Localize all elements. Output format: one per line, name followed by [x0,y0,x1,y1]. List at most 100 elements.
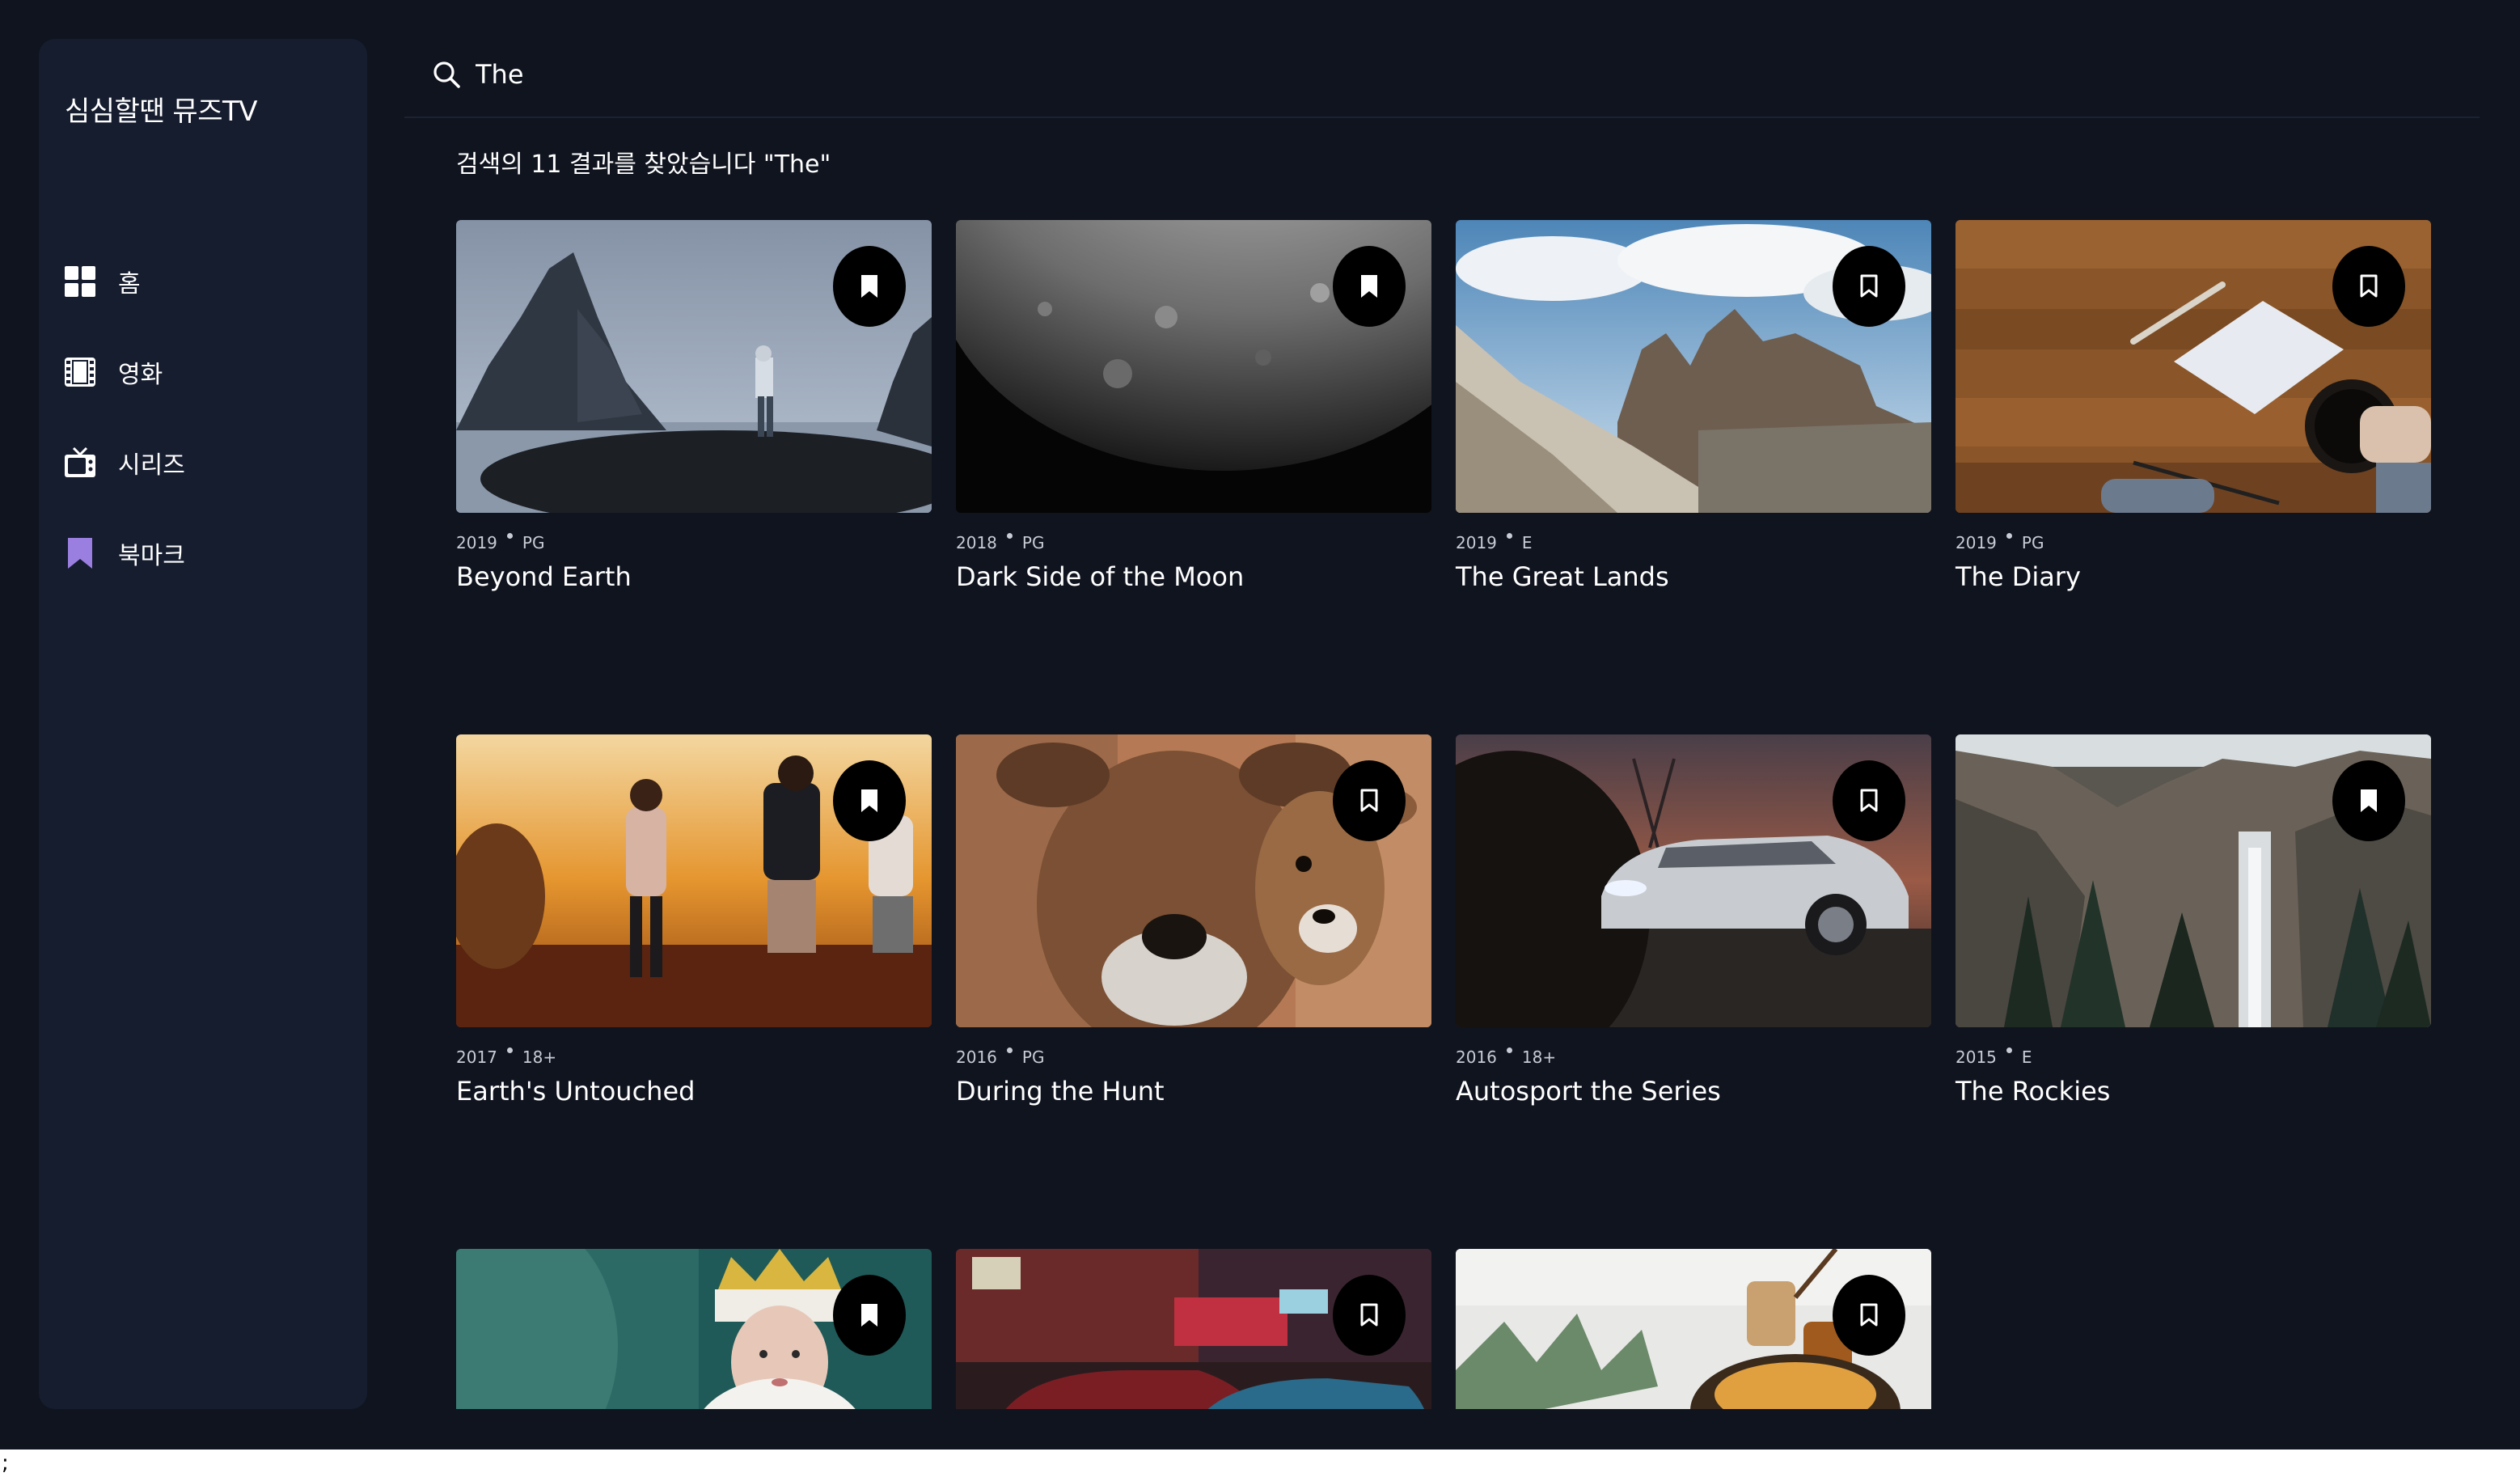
search-results-summary: 검색의 11 결과를 찾았습니다 "The" [456,150,831,179]
bookmark-button[interactable] [833,246,906,327]
movie-rating: PG [1021,1047,1045,1067]
bookmark-filled-icon [2361,789,2377,812]
movie-thumbnail[interactable] [1456,1249,1931,1409]
movie-card[interactable]: 2015 E The Rockies [1956,734,2431,1107]
movie-title[interactable]: Autosport the Series [1456,1076,1931,1107]
movie-year: 2019 [456,533,497,552]
sidebar-item-label: 홈 [118,270,141,298]
film-icon [63,355,97,389]
movie-title[interactable]: Earth's Untouched [456,1076,932,1107]
movie-meta: 2018 PG [956,531,1431,555]
bookmark-outline-icon [1360,789,1378,812]
movie-meta: 2017 18+ [456,1045,932,1069]
movie-card[interactable]: 2019 PG Beyond Earth [456,220,932,592]
movie-title[interactable]: The Rockies [1956,1076,2431,1107]
app-logo[interactable]: 심심할땐 뮤즈TV [65,89,258,129]
movie-rating: 18+ [522,1047,557,1067]
movie-thumbnail[interactable] [956,1249,1431,1409]
separator-dot [506,1047,513,1053]
separator-dot [1006,1047,1013,1053]
sidebar-item-label: 영화 [118,361,163,389]
movie-meta: 2016 18+ [1456,1045,1931,1069]
sidebar-item-home[interactable]: 홈 [63,259,338,304]
movie-rating: E [1521,533,1533,552]
movie-rating: PG [1021,533,1045,552]
movie-card[interactable]: 2017 18+ Earth's Untouched [456,734,932,1107]
movie-rating: PG [2021,533,2044,552]
movie-meta: 2019 E [1456,531,1931,555]
movie-thumbnail[interactable] [456,734,932,1027]
movie-thumbnail[interactable] [1456,220,1931,513]
bookmark-button[interactable] [1833,246,1905,327]
movie-thumbnail[interactable] [956,220,1431,513]
movie-thumbnail[interactable] [456,220,932,513]
bookmark-button[interactable] [833,760,906,841]
separator-dot [2006,532,2012,539]
search-icon[interactable] [432,60,461,89]
movie-thumbnail[interactable] [1956,734,2431,1027]
separator-dot [1506,532,1512,539]
sidebar-item-label: 시리즈 [118,451,185,480]
separator-dot [1006,532,1013,539]
search-input[interactable] [476,53,1446,95]
bookmark-icon [63,536,97,570]
bookmark-button[interactable] [1333,1275,1406,1356]
movie-title[interactable]: The Great Lands [1456,561,1931,592]
movie-title[interactable]: During the Hunt [956,1076,1431,1107]
movie-title[interactable]: Beyond Earth [456,561,932,592]
movie-thumbnail[interactable] [456,1249,932,1409]
movie-thumbnail[interactable] [1956,220,2431,513]
movie-year: 2019 [1456,533,1497,552]
movie-title[interactable]: Dark Side of the Moon [956,561,1431,592]
movie-meta: 2019 PG [456,531,932,555]
sidebar: 심심할땐 뮤즈TV 홈 영화 시리즈 북마크 [39,39,367,1409]
separator-dot [2006,1047,2012,1053]
movie-card[interactable]: 2019 E The Great Lands [1456,220,1931,592]
movie-thumbnail[interactable] [1456,734,1931,1027]
sidebar-item-label: 북마크 [118,542,185,570]
movie-card[interactable]: 2016 18+ Autosport the Series [1456,734,1931,1107]
movie-card[interactable]: 2019 PG The Diary [1956,220,2431,592]
movie-year: 2016 [1456,1047,1497,1067]
movie-title[interactable]: The Diary [1956,561,2431,592]
bookmark-outline-icon [2360,274,2378,298]
sidebar-item-movies[interactable]: 영화 [63,349,338,395]
bookmark-outline-icon [1860,789,1878,812]
bookmark-button[interactable] [1333,246,1406,327]
grid-icon [63,265,97,298]
movie-rating: 18+ [1521,1047,1557,1067]
stray-semicolon: ; [2,1451,9,1475]
movie-year: 2017 [456,1047,497,1067]
movie-card[interactable] [956,1249,1431,1409]
separator-dot [506,532,513,539]
movie-card[interactable]: 2016 PG During the Hunt [956,734,1431,1107]
movie-rating: PG [522,533,545,552]
bookmark-button[interactable] [1833,1275,1905,1356]
bookmark-button[interactable] [1833,760,1905,841]
bookmark-outline-icon [1860,274,1878,298]
movie-year: 2016 [956,1047,997,1067]
movie-card[interactable]: 2018 PG Dark Side of the Moon [956,220,1431,592]
sidebar-item-series[interactable]: 시리즈 [63,440,338,485]
bookmark-filled-icon [861,275,877,298]
movie-card[interactable] [1456,1249,1931,1409]
bookmark-filled-icon [861,1304,877,1327]
movie-year: 2018 [956,533,997,552]
search-bar [404,32,2480,118]
movie-meta: 2015 E [1956,1045,2431,1069]
bookmark-button[interactable] [2332,760,2405,841]
movie-rating: E [2021,1047,2032,1067]
bookmark-button[interactable] [2332,246,2405,327]
movie-thumbnail[interactable] [956,734,1431,1027]
bookmark-button[interactable] [1333,760,1406,841]
sidebar-item-bookmarks[interactable]: 북마크 [63,531,338,576]
bookmark-outline-icon [1360,1303,1378,1327]
tv-icon [63,446,97,480]
bookmark-filled-icon [861,789,877,812]
bookmark-outline-icon [1860,1303,1878,1327]
bookmark-button[interactable] [833,1275,906,1356]
movie-year: 2015 [1956,1047,1997,1067]
app-window: 심심할땐 뮤즈TV 홈 영화 시리즈 북마크 The 검색의 11 결과를 찾았… [0,0,2520,1449]
movie-card[interactable] [456,1249,932,1409]
movie-year: 2019 [1956,533,1997,552]
